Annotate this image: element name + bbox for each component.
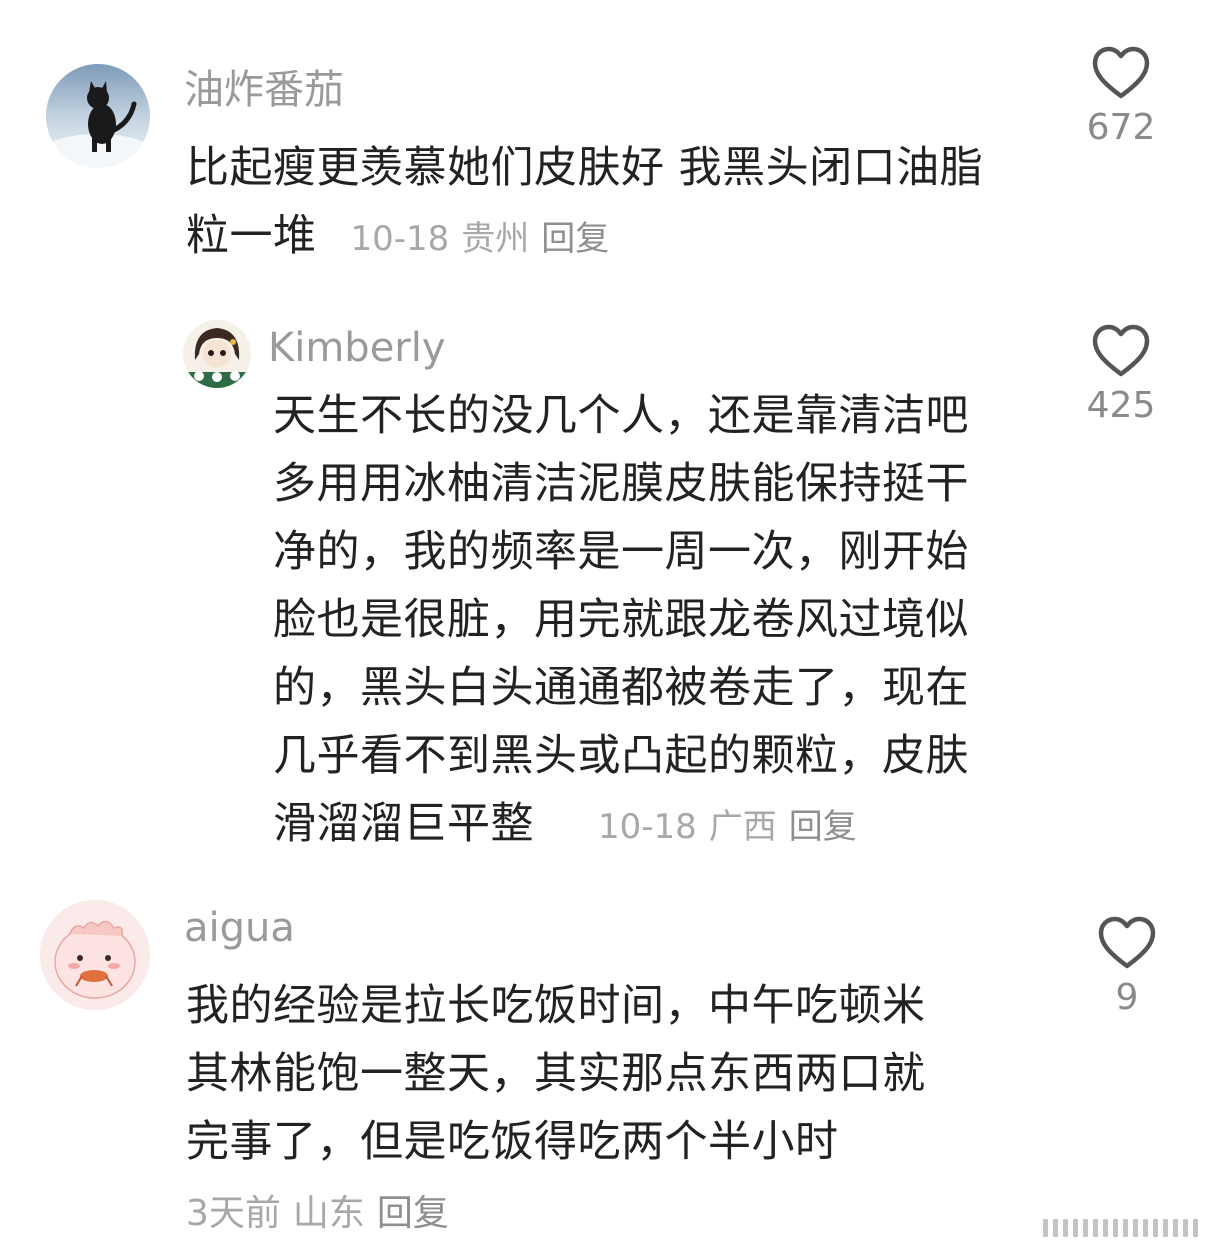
comment-date: 10-18: [350, 219, 450, 259]
heart-outline-icon: [1092, 46, 1150, 99]
comment-text-line: 粒一堆: [186, 211, 317, 261]
comment-text-line: 滑溜溜巨平整: [273, 799, 534, 849]
comment-meta: 10-18 广西 回复: [598, 807, 869, 847]
comment-text-line: 完事了，但是吃饭得吃两个半小时: [186, 1117, 839, 1167]
comment-date: 3天前: [186, 1193, 281, 1234]
like-button[interactable]: 672: [1066, 46, 1176, 148]
reply-button[interactable]: 回复: [789, 807, 857, 847]
comment-text-line-last: 滑溜溜巨平整 10-18 广西 回复: [273, 790, 1043, 861]
like-count: 9: [1115, 977, 1139, 1018]
avatar[interactable]: [183, 320, 251, 388]
comment-location: 贵州: [461, 219, 530, 259]
comment-location: 山东: [292, 1193, 365, 1234]
username[interactable]: Kimberly: [268, 324, 446, 372]
watermark-bars-icon: [1043, 1219, 1198, 1237]
comment-text: 比起瘦更羡慕她们皮肤好 我黑头闭口油脂 粒一堆 10-18 贵州 回复: [186, 134, 1046, 273]
heart-outline-icon: [1092, 324, 1150, 377]
comment-date: 10-18: [598, 807, 697, 847]
like-button[interactable]: 425: [1066, 324, 1176, 426]
comment-text-line: 我的经验是拉长吃饭时间，中午吃顿米: [186, 981, 926, 1031]
comment-text-line: 其林能饱一整天，其实那点东西两口就: [186, 1049, 926, 1099]
like-button[interactable]: 9: [1072, 916, 1182, 1018]
comment-text-line: 脸也是很脏，用完就跟龙卷风过境似: [273, 595, 969, 645]
comment-meta: 3天前 山东 回复: [186, 1184, 461, 1236]
comment-text-line: 多用用冰柚清洁泥膜皮肤能保持挺干: [273, 459, 969, 509]
comment-text-line: 比起瘦更羡慕她们皮肤好 我黑头闭口油脂: [186, 143, 984, 193]
reply-button[interactable]: 回复: [377, 1193, 449, 1234]
avatar[interactable]: [40, 900, 150, 1010]
comment-text-line-last: 粒一堆 10-18 贵州 回复: [186, 202, 1046, 273]
comment-location: 广西: [708, 807, 777, 847]
comment-text-line: 的，黑头白头通通都被卷走了，现在: [273, 663, 969, 713]
comment-text: 我的经验是拉长吃饭时间，中午吃顿米 其林能饱一整天，其实那点东西两口就 完事了，…: [186, 972, 1016, 1176]
reply-button[interactable]: 回复: [541, 219, 609, 259]
comment-text: 天生不长的没几个人，还是靠清洁吧 多用用冰柚清洁泥膜皮肤能保持挺干 净的，我的频…: [273, 382, 1043, 861]
comment-text-line: 几乎看不到黑头或凸起的颗粒，皮肤: [273, 731, 969, 781]
comment-meta: 10-18 贵州 回复: [351, 219, 622, 259]
like-count: 672: [1086, 107, 1156, 148]
comment-text-line: 净的，我的频率是一周一次，刚开始: [273, 527, 969, 577]
pink-creature-avatar-image: [40, 900, 150, 1010]
username[interactable]: aigua: [184, 904, 295, 952]
comment-text-line: 天生不长的没几个人，还是靠清洁吧: [273, 391, 969, 441]
girl-avatar-image: [183, 320, 251, 388]
cat-avatar-image: [46, 64, 150, 168]
heart-outline-icon: [1098, 916, 1156, 969]
like-count: 425: [1086, 385, 1156, 426]
avatar[interactable]: [46, 64, 150, 168]
username[interactable]: 油炸番茄: [184, 66, 344, 114]
